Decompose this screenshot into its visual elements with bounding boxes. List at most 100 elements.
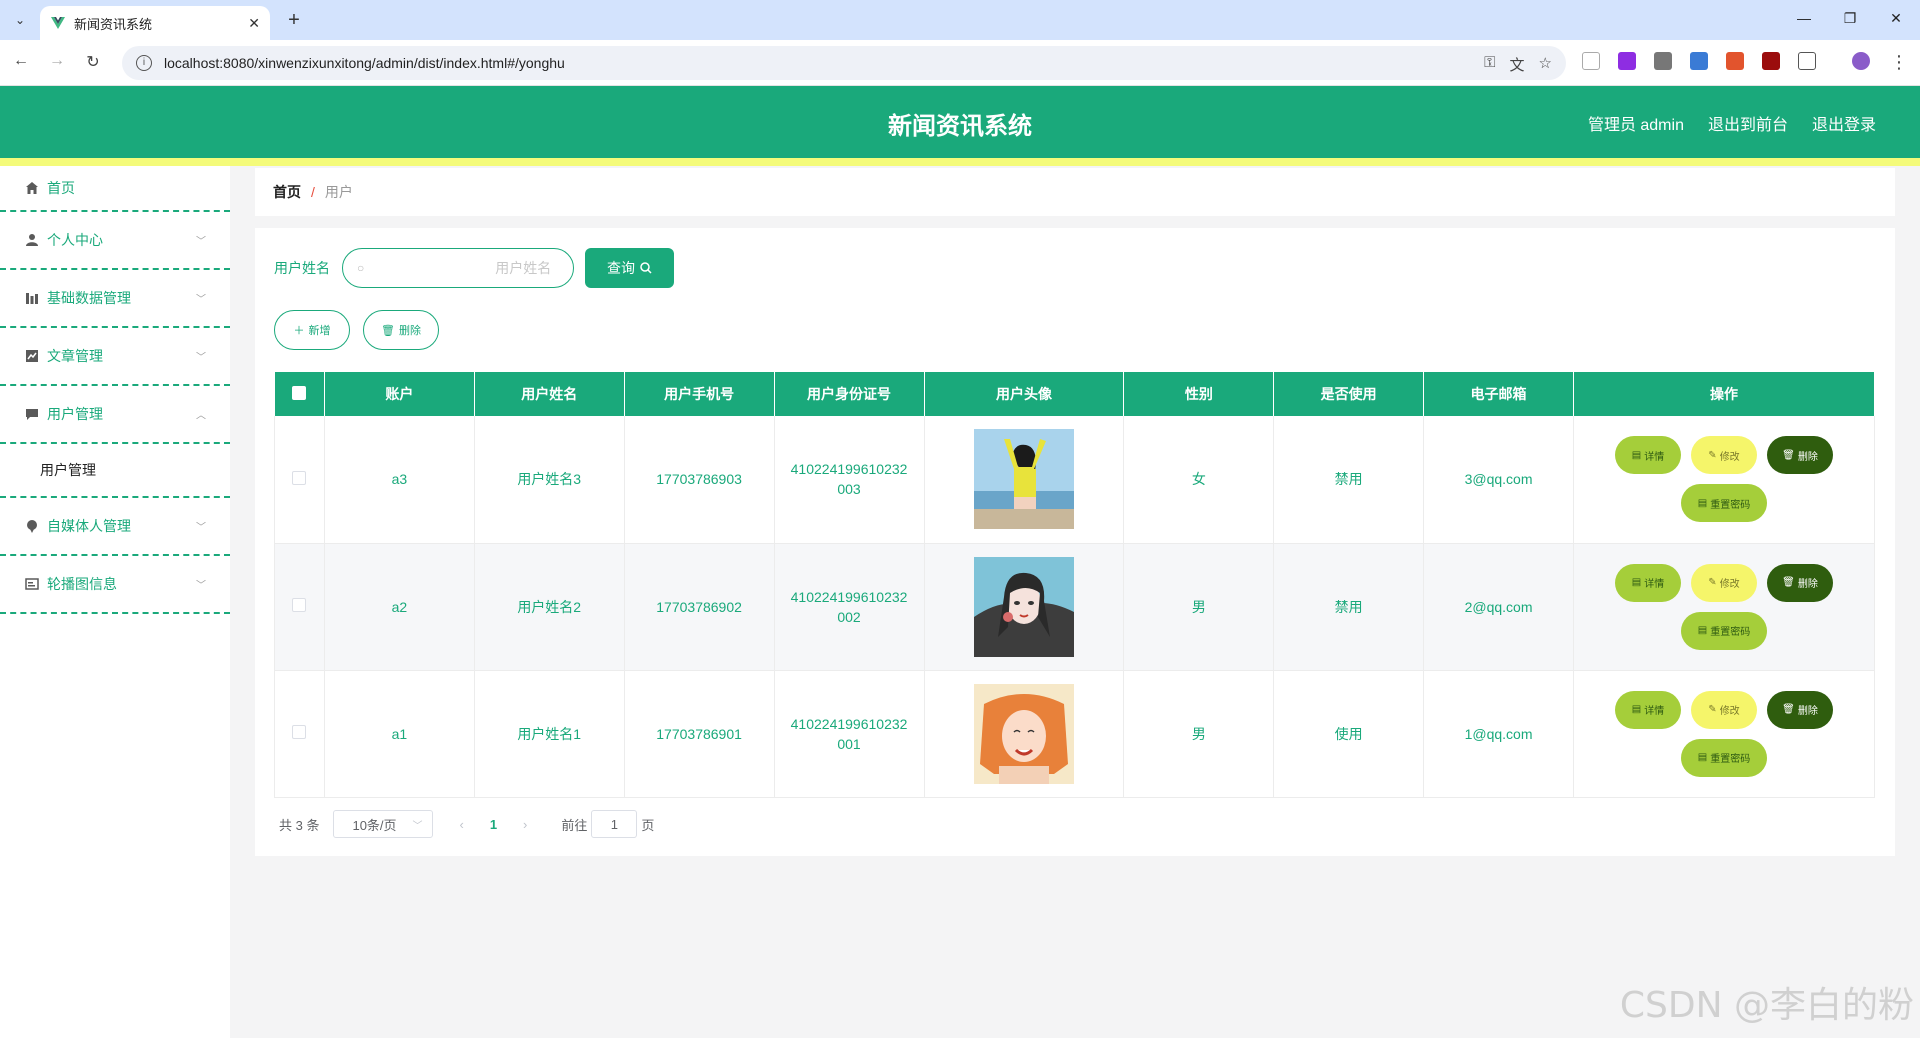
sidebar-item-carousel[interactable]: 轮播图信息 ﹀ — [0, 556, 230, 614]
sidebar-item-users[interactable]: 用户管理 ︿ — [0, 386, 230, 444]
cell-id-number: 410224199610232 003 — [774, 416, 925, 544]
bookmark-star-icon[interactable]: ☆ — [1539, 54, 1552, 75]
password-key-icon[interactable]: ⚿ — [1484, 54, 1495, 75]
browser-tab[interactable]: 新闻资讯系统 ✕ — [40, 6, 270, 40]
row-checkbox[interactable] — [292, 725, 307, 739]
delete-button[interactable]: 🗑 删除 — [1767, 563, 1833, 602]
close-window-icon[interactable]: ✕ — [1886, 10, 1906, 27]
reload-icon[interactable]: ↻ — [82, 52, 104, 72]
delete-label: 删除 — [1797, 451, 1818, 463]
breadcrumb-separator: / — [311, 184, 315, 200]
cell-account: a3 — [324, 416, 475, 544]
breadcrumb-home[interactable]: 首页 — [273, 182, 301, 202]
sidebar-item-label: 用户管理 — [47, 406, 103, 422]
sidebar-subitem-user-management[interactable]: 用户管理 — [0, 444, 230, 498]
extension-orange-icon[interactable] — [1726, 52, 1744, 70]
column-header: 是否使用 — [1273, 372, 1425, 416]
page-size-select[interactable]: 10条/页 ﹀ — [333, 810, 434, 838]
id-line2: 002 — [837, 608, 861, 625]
sidebar-item-personal[interactable]: 个人中心 ﹀ — [0, 212, 230, 270]
document-icon: ▤ — [1697, 497, 1708, 509]
query-button[interactable]: 查询 — [585, 248, 674, 288]
reset-password-button[interactable]: ▤ 重置密码 — [1681, 484, 1767, 523]
sidebar-item-home[interactable]: 首页 — [0, 166, 230, 212]
user-avatar-image[interactable] — [973, 556, 1074, 657]
extensions-puzzle-icon[interactable] — [1798, 52, 1816, 70]
restore-icon[interactable]: ❐ — [1840, 10, 1860, 27]
site-info-icon[interactable]: i — [136, 55, 152, 71]
detail-button[interactable]: ▤ 详情 — [1615, 436, 1681, 475]
user-avatar-image[interactable] — [973, 683, 1074, 784]
url-field[interactable]: i localhost:8080/xinwenzixunxitong/admin… — [122, 46, 1566, 80]
sidebar-item-media[interactable]: 自媒体人管理 ﹀ — [0, 498, 230, 556]
delete-button[interactable]: 🗑 删除 — [1767, 436, 1833, 475]
extension-purple-icon[interactable] — [1618, 52, 1636, 70]
page-number-current[interactable]: 1 — [490, 817, 497, 832]
detail-button[interactable]: ▤ 详情 — [1615, 690, 1681, 729]
delete-button[interactable]: 🗑 删除 — [1767, 690, 1833, 729]
admin-label: 管理员 admin — [1587, 117, 1684, 134]
detail-label: 详情 — [1644, 579, 1665, 590]
search-icon: ○ — [357, 261, 365, 275]
watermark: CSDN @李白的粉 — [1619, 985, 1914, 1026]
row-checkbox[interactable] — [292, 470, 307, 485]
edit-button[interactable]: ✎ 修改 — [1691, 690, 1757, 729]
document-icon: ▤ — [1631, 449, 1642, 461]
tab-search-icon[interactable]: ⌄ — [8, 8, 32, 32]
search-input[interactable] — [370, 260, 566, 276]
column-header: 用户手机号 — [624, 372, 775, 416]
id-line1: 410224199610232 — [790, 461, 908, 478]
goto-page-input[interactable] — [591, 810, 638, 838]
breadcrumb-current: 用户 — [324, 184, 353, 200]
extension-cursor-icon[interactable] — [1582, 52, 1600, 70]
new-tab-icon[interactable]: + — [282, 8, 306, 32]
to-front-link[interactable]: 退出到前台 — [1708, 111, 1788, 135]
table-row: a1 用户姓名1 17703786901 410224199610232 001 … — [274, 670, 1875, 798]
cell-phone: 17703786903 — [624, 416, 775, 544]
extension-shield-icon[interactable] — [1762, 52, 1780, 70]
cell-avatar — [924, 670, 1125, 798]
main-panel: 用户姓名 ○ 查询 ＋ 新增 🗑 删除 账户 用户姓名 — [255, 228, 1895, 856]
chevron-down-icon: ﹀ — [196, 294, 206, 306]
cell-gender: 女 — [1123, 416, 1275, 544]
reset-password-button[interactable]: ▤ 重置密码 — [1681, 611, 1767, 650]
cell-operations: ▤ 详情 ✎ 修改 🗑 删除 ▤ 重置密码 — [1573, 416, 1875, 544]
user-icon — [24, 233, 39, 248]
batch-delete-button[interactable]: 🗑 删除 — [363, 310, 439, 350]
back-icon[interactable]: ← — [10, 52, 32, 70]
edit-button[interactable]: ✎ 修改 — [1691, 563, 1757, 602]
sidebar-item-articles[interactable]: 文章管理 ﹀ — [0, 328, 230, 386]
next-page-icon[interactable]: › — [523, 817, 527, 832]
edit-button[interactable]: ✎ 修改 — [1691, 436, 1757, 475]
prev-page-icon[interactable]: ‹ — [459, 817, 463, 832]
select-all-checkbox[interactable] — [292, 385, 307, 400]
cell-account: a2 — [324, 543, 475, 671]
row-select-cell — [274, 416, 325, 544]
extension-blue-icon[interactable] — [1690, 52, 1708, 70]
profile-avatar-icon[interactable] — [1852, 52, 1870, 70]
forward-icon[interactable]: → — [46, 52, 68, 70]
url-text: localhost:8080/xinwenzixunxitong/admin/d… — [164, 55, 565, 71]
translate-icon[interactable]: 文 — [1510, 54, 1525, 75]
extension-gray-icon[interactable] — [1654, 52, 1672, 70]
reset-label: 重置密码 — [1710, 754, 1751, 765]
minimize-icon[interactable]: — — [1794, 10, 1814, 26]
id-line1: 410224199610232 — [790, 715, 908, 732]
document-icon: ▤ — [1631, 704, 1642, 715]
vue-logo-icon — [51, 17, 65, 29]
tab-close-icon[interactable]: ✕ — [248, 15, 260, 32]
sidebar-item-basic-data[interactable]: 基础数据管理 ﹀ — [0, 270, 230, 328]
cell-phone: 17703786901 — [624, 670, 775, 798]
cell-name: 用户姓名1 — [474, 670, 625, 798]
logout-link[interactable]: 退出登录 — [1812, 111, 1876, 135]
add-button[interactable]: ＋ 新增 — [274, 310, 350, 350]
user-avatar-image[interactable] — [973, 429, 1074, 530]
trash-icon: 🗑 — [381, 324, 395, 337]
detail-button[interactable]: ▤ 详情 — [1615, 563, 1681, 602]
row-checkbox[interactable] — [292, 598, 307, 612]
reset-password-button[interactable]: ▤ 重置密码 — [1681, 738, 1767, 777]
cell-gender: 男 — [1123, 543, 1275, 671]
image-icon — [24, 577, 39, 592]
cell-account: a1 — [324, 670, 475, 798]
browser-menu-icon[interactable]: ⋮ — [1888, 52, 1910, 73]
